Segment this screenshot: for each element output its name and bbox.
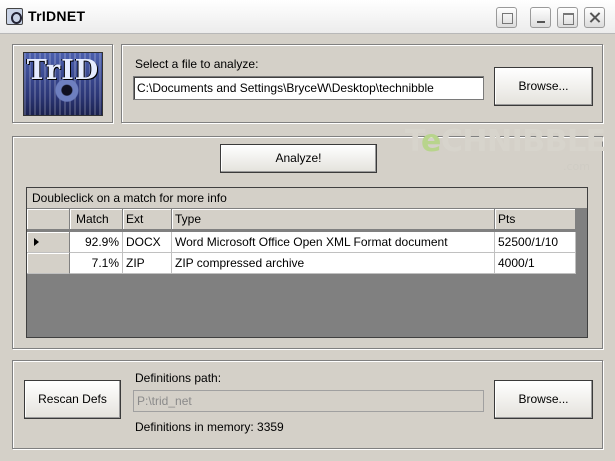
cell-ext[interactable]: DOCX: [123, 232, 172, 253]
browse-definitions-button[interactable]: Browse...: [494, 380, 593, 419]
results-grid[interactable]: Doubleclick on a match for more info Mat…: [26, 187, 588, 338]
definitions-path-label: Definitions path:: [135, 371, 222, 385]
maximize-button[interactable]: [557, 7, 578, 28]
watermark-rest: CHNIBBLE: [440, 124, 606, 159]
table-row[interactable]: 7.1% ZIP ZIP compressed archive 4000/1: [27, 253, 576, 274]
window-title: TrIDNET: [28, 8, 86, 24]
row-indicator: [27, 232, 70, 253]
definitions-memory-label: Definitions in memory: 3359: [135, 420, 284, 434]
row-indicator: [27, 253, 70, 274]
browse-file-button[interactable]: Browse...: [494, 67, 593, 106]
header-type[interactable]: Type: [172, 209, 495, 230]
table-row[interactable]: 92.9% DOCX Word Microsoft Office Open XM…: [27, 232, 576, 253]
header-indicator: [27, 209, 70, 230]
grid-caption: Doubleclick on a match for more info: [27, 188, 587, 209]
cell-match[interactable]: 7.1%: [70, 253, 123, 274]
header-ext[interactable]: Ext: [123, 209, 172, 230]
watermark-e: e: [420, 124, 441, 159]
close-button[interactable]: [584, 7, 605, 28]
file-path-input[interactable]: C:\Documents and Settings\BryceW\Desktop…: [133, 76, 484, 100]
trid-logo: TrID: [23, 52, 103, 116]
cell-pts[interactable]: 4000/1: [495, 253, 576, 274]
file-label: Select a file to analyze:: [135, 57, 259, 71]
cell-type[interactable]: ZIP compressed archive: [172, 253, 495, 274]
header-match[interactable]: Match: [70, 209, 123, 230]
help-button[interactable]: [496, 7, 517, 28]
analyze-button[interactable]: Analyze!: [220, 144, 377, 173]
cell-pts[interactable]: 52500/1/10: [495, 232, 576, 253]
cell-match[interactable]: 92.9%: [70, 232, 123, 253]
technibble-watermark: TeCHNIBBLE: [405, 124, 606, 159]
watermark-suffix: .com: [563, 160, 590, 173]
logo-text: TrID: [26, 55, 100, 86]
grid-header-row: Match Ext Type Pts: [27, 209, 576, 230]
minimize-button[interactable]: [530, 7, 551, 28]
header-pts[interactable]: Pts: [495, 209, 576, 230]
app-icon[interactable]: [6, 8, 23, 25]
current-row-arrow-icon: [34, 238, 39, 246]
watermark-prefix: T: [405, 124, 421, 159]
definitions-path-field: P:\trid_net: [133, 390, 484, 412]
cell-ext[interactable]: ZIP: [123, 253, 172, 274]
title-bar: TrIDNET: [0, 0, 615, 34]
cell-type[interactable]: Word Microsoft Office Open XML Format do…: [172, 232, 495, 253]
rescan-defs-button[interactable]: Rescan Defs: [24, 380, 121, 419]
